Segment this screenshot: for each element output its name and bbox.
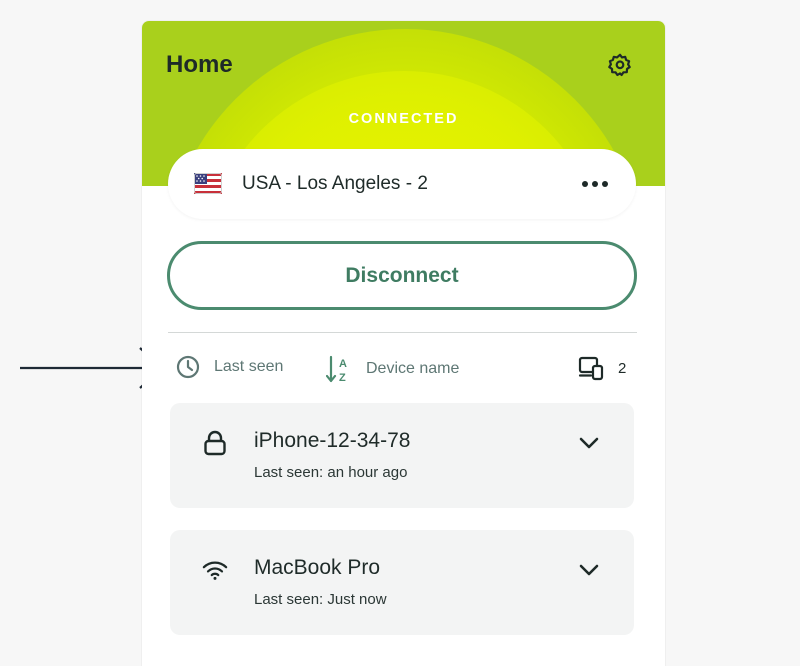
location-name: USA - Los Angeles - 2 [242, 173, 428, 194]
device-last-seen: Last seen: an hour ago [254, 464, 408, 481]
device-card[interactable]: MacBook Pro Last seen: Just now [170, 530, 634, 635]
connection-status: CONNECTED [348, 111, 459, 127]
gear-icon [608, 53, 631, 77]
svg-text:Z: Z [339, 372, 346, 383]
device-last-seen: Last seen: Just now [254, 591, 387, 608]
device-count: 2 [578, 355, 626, 381]
chevron-down-icon [579, 564, 599, 576]
sort-by-device-name[interactable]: A Z Device name [326, 355, 459, 383]
device-sort-bar: Last seen A Z Device name 2 [142, 347, 665, 387]
device-name: MacBook Pro [254, 556, 381, 579]
lock-icon [202, 430, 228, 456]
svg-text:A: A [339, 358, 347, 370]
chevron-down-icon [579, 437, 599, 449]
divider [168, 332, 637, 333]
us-flag-icon [194, 173, 222, 194]
more-horizontal-icon [582, 181, 608, 187]
settings-button[interactable] [607, 52, 633, 78]
app-window: Home CONNECTED USA - Los Angeles - 2 Dis… [142, 21, 665, 666]
devices-icon [578, 356, 604, 381]
sort-device-name-label: Device name [366, 360, 460, 377]
sort-by-last-seen[interactable]: Last seen [176, 355, 283, 379]
device-count-value: 2 [618, 359, 627, 377]
wifi-icon [202, 557, 228, 583]
sort-az-icon: A Z [326, 355, 347, 383]
location-options-button[interactable] [580, 174, 610, 194]
disconnect-button[interactable]: Disconnect [167, 241, 637, 310]
clock-icon [176, 355, 200, 379]
location-selector[interactable]: USA - Los Angeles - 2 [168, 149, 636, 219]
page-title: Home [166, 51, 233, 78]
device-name: iPhone-12-34-78 [254, 429, 411, 452]
sort-last-seen-label: Last seen [214, 358, 284, 375]
expand-device-button[interactable] [578, 432, 600, 454]
expand-device-button[interactable] [578, 559, 600, 581]
device-card[interactable]: iPhone-12-34-78 Last seen: an hour ago [170, 403, 634, 508]
screen: Home CONNECTED USA - Los Angeles - 2 Dis… [0, 0, 800, 666]
